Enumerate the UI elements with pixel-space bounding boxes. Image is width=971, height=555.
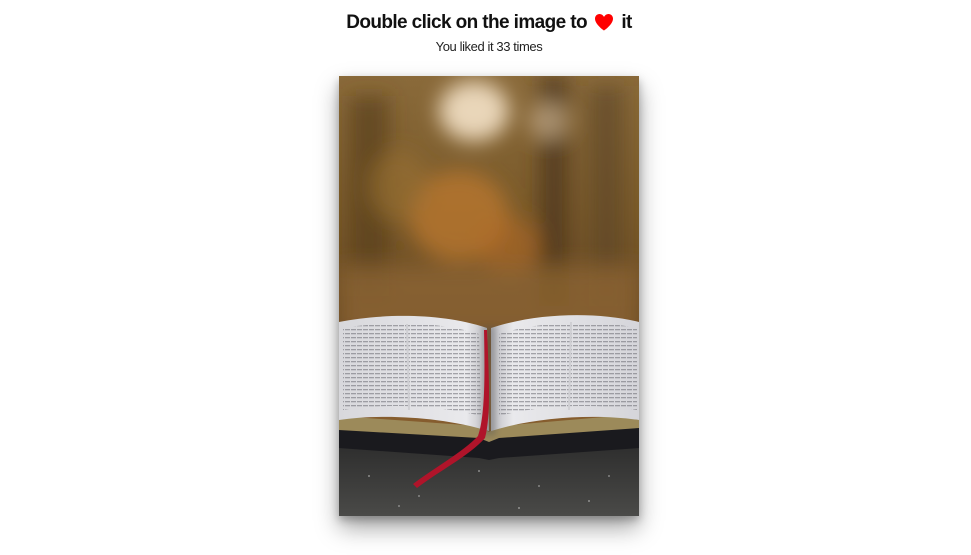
likeable-image[interactable] bbox=[339, 76, 639, 516]
page: Double click on the image to it You like… bbox=[0, 0, 971, 555]
instruction-prefix: Double click on the image to bbox=[346, 12, 587, 33]
like-counter: You liked it 33 times bbox=[435, 39, 543, 54]
open-book-photo bbox=[339, 76, 639, 516]
instruction-heading: Double click on the image to it bbox=[0, 9, 971, 40]
heart-icon bbox=[594, 12, 614, 40]
instruction-suffix: it bbox=[621, 12, 632, 33]
